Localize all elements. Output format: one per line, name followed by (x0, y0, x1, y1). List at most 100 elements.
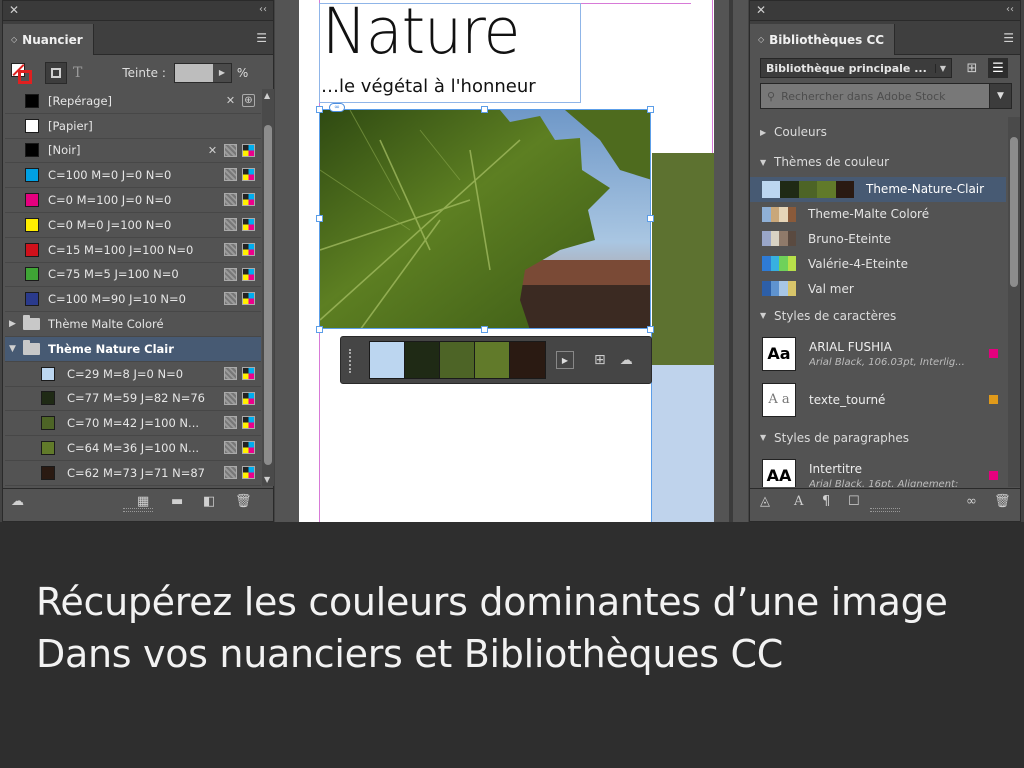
library-theme-item[interactable]: Theme-Nature-Clair (750, 177, 1006, 202)
frame-handle[interactable] (316, 106, 323, 113)
swatch-row[interactable]: C=77 M=59 J=82 N=76 (5, 387, 261, 412)
swatch-group[interactable]: ▶ Thème Malte Coloré (5, 312, 261, 337)
frame-handle[interactable] (647, 215, 654, 222)
swatch-row[interactable]: C=100 M=0 J=0 N=0 (5, 163, 261, 189)
section-paragraph-styles[interactable]: ▼ Styles de paragraphes (750, 423, 1006, 453)
page-subtitle[interactable]: …le végétal à l'honneur (321, 76, 536, 97)
caret-down-icon[interactable]: ▼ (9, 344, 19, 354)
library-dropdown[interactable]: Bibliothèque principale ... ▼ (760, 58, 952, 78)
color-theme-tool-bar[interactable]: ▶ ⊞ ☁ (340, 336, 652, 384)
swatch-row[interactable]: C=100 M=90 J=10 N=0 (5, 287, 261, 313)
swatch-row[interactable]: C=29 M=8 J=0 N=0 (5, 362, 261, 387)
library-theme-item[interactable]: Valérie-4-Eteinte (750, 251, 1006, 276)
green-color-block[interactable] (652, 153, 714, 365)
theme-color-chip[interactable] (440, 342, 475, 378)
text-format-icon[interactable]: T (73, 65, 82, 81)
frame-handle[interactable] (647, 106, 654, 113)
swatch-row[interactable]: C=0 M=100 J=0 N=0 (5, 188, 261, 213)
process-color-icon (224, 242, 237, 256)
search-input[interactable]: ⚲ Rechercher dans Adobe Stock (760, 83, 990, 109)
swatch-row[interactable]: C=15 M=100 J=100 N=0 (5, 238, 261, 263)
tab-nuancier[interactable]: ◇ Nuancier (3, 24, 94, 55)
drag-handle[interactable] (349, 349, 355, 373)
tab-bibliotheques-cc[interactable]: ◇ Bibliothèques CC (750, 24, 896, 55)
section-colors[interactable]: ▶ Couleurs (750, 117, 1006, 147)
swatch-row[interactable]: [Repérage] ✕ ⊕ (5, 89, 261, 114)
search-icon: ⚲ (767, 89, 776, 103)
add-graphic-icon[interactable]: ☐ (848, 494, 860, 509)
scroll-thumb[interactable] (1010, 137, 1018, 287)
resize-grip[interactable] (123, 508, 153, 512)
close-icon[interactable]: ✕ (756, 3, 766, 17)
grid-view-icon[interactable]: ⊞ (962, 58, 982, 78)
theme-color-chip[interactable] (510, 342, 545, 378)
new-swatch-icon[interactable]: ◧ (203, 494, 215, 509)
swatch-row[interactable]: [Papier] (5, 114, 261, 139)
swatch-row[interactable]: C=75 M=5 J=100 N=0 (5, 263, 261, 288)
tint-slider-arrow-icon[interactable]: ▶ (212, 63, 231, 82)
theme-color-chip[interactable] (405, 342, 440, 378)
page-title[interactable]: Nature (322, 1, 520, 64)
frame-handle[interactable] (647, 326, 654, 333)
library-theme-item[interactable]: Val mer (750, 276, 1006, 301)
leaf-photo-frame[interactable] (319, 109, 651, 329)
frame-handle[interactable] (316, 215, 323, 222)
library-scrollbar[interactable] (1008, 117, 1020, 487)
frame-handle[interactable] (481, 106, 488, 113)
play-arrow-icon[interactable]: ▶ (556, 351, 574, 369)
caret-right-icon[interactable]: ▶ (9, 319, 19, 329)
panel-menu-icon[interactable]: ☰ (256, 31, 267, 45)
library-style-item[interactable]: AA Intertitre Arial Black, 16pt, Alignemen… (750, 453, 1006, 487)
section-label: Styles de paragraphes (774, 430, 910, 445)
process-color-icon (224, 143, 237, 157)
swatches-scrollbar[interactable]: ▲ ▼ (262, 89, 274, 486)
swatch-views-icon[interactable]: ▦ (137, 494, 149, 509)
close-icon[interactable]: ✕ (9, 3, 19, 17)
scroll-down-icon[interactable]: ▼ (264, 475, 270, 484)
swatch-row[interactable]: C=70 M=42 J=100 N... (5, 411, 261, 437)
list-view-icon[interactable]: ☰ (988, 58, 1008, 78)
swatch-row[interactable]: C=62 M=73 J=71 N=87 (5, 461, 261, 486)
add-content-icon[interactable]: ◬ (760, 494, 770, 509)
swatch-group[interactable]: ▼ Thème Nature Clair (5, 336, 261, 362)
cmyk-mode-icon (242, 441, 255, 455)
trash-icon[interactable]: 🗑 (235, 494, 252, 509)
trash-icon[interactable]: 🗑 (994, 494, 1011, 509)
swatch-chip (41, 465, 55, 480)
blue-color-block[interactable] (652, 365, 714, 522)
swatch-row[interactable]: C=0 M=0 J=100 N=0 (5, 213, 261, 238)
tint-input[interactable]: ▶ (173, 62, 232, 83)
chevron-down-icon[interactable]: ▼ (990, 83, 1012, 109)
library-style-item[interactable]: A a texte_tourné (750, 377, 1006, 423)
swatch-row[interactable]: [Noir] ✕ (5, 139, 261, 164)
swatch-row[interactable]: C=64 M=36 J=100 N... (5, 436, 261, 461)
add-char-style-icon[interactable]: A (794, 494, 803, 509)
document-page: Nature …le végétal à l'honneur ∞ ▶ ⊞ ☁ (299, 0, 714, 522)
theme-color-chip[interactable] (475, 342, 510, 378)
theme-color-chip[interactable] (370, 342, 405, 378)
section-character-styles[interactable]: ▼ Styles de caractères (750, 301, 1006, 331)
container-format-button[interactable] (45, 61, 67, 84)
scroll-up-icon[interactable]: ▲ (264, 91, 270, 100)
fill-stroke-icon[interactable] (9, 61, 33, 85)
add-to-swatches-icon[interactable]: ⊞ (594, 352, 606, 368)
collapse-icon[interactable]: ‹‹ (1006, 4, 1014, 15)
library-theme-item[interactable]: Theme-Malte Coloré (750, 202, 1006, 227)
frame-handle[interactable] (481, 326, 488, 333)
link-badge-icon[interactable]: ∞ (329, 103, 345, 112)
collapse-icon[interactable]: ‹‹ (259, 4, 267, 15)
scroll-thumb[interactable] (264, 125, 272, 465)
creative-cloud-icon[interactable]: ∞ (966, 494, 977, 509)
library-theme-item[interactable]: Bruno-Eteinte (750, 227, 1006, 252)
caret-down-icon: ▼ (760, 311, 767, 321)
resize-grip[interactable] (870, 508, 900, 512)
library-style-item[interactable]: Aa ARIAL FUSHIA Arial Black, 106.03pt, Int… (750, 331, 1006, 377)
cmyk-mode-icon (242, 416, 255, 430)
add-para-style-icon[interactable]: ¶ (822, 494, 830, 509)
section-color-themes[interactable]: ▼ Thèmes de couleur (750, 147, 1006, 177)
cloud-upload-icon[interactable]: ☁ (11, 494, 24, 509)
frame-handle[interactable] (316, 326, 323, 333)
new-group-folder-icon[interactable]: ▬ (171, 494, 183, 509)
panel-menu-icon[interactable]: ☰ (1003, 31, 1014, 45)
cloud-library-icon[interactable]: ☁ (620, 353, 633, 368)
